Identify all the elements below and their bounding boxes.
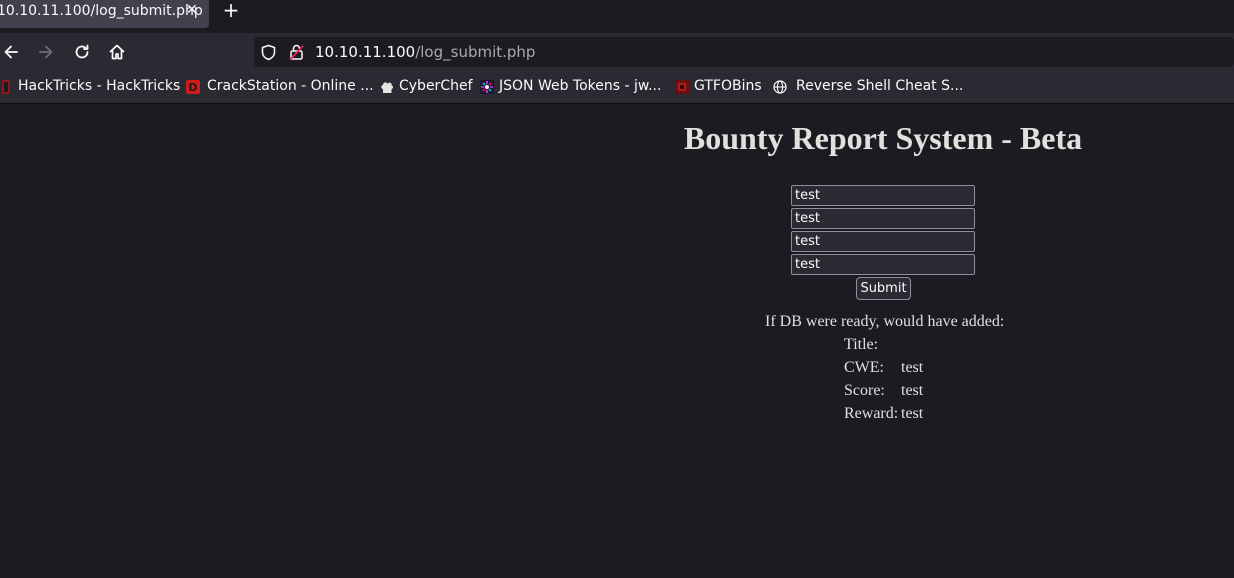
report-title-input[interactable]: test <box>791 185 975 206</box>
bookmarks-toolbar: HackTricks - HackTricks D CrackStation -… <box>0 71 1234 104</box>
bookmark-label: HackTricks - HackTricks <box>18 78 181 94</box>
jwt-icon <box>480 80 494 94</box>
forward-icon[interactable] <box>36 42 56 62</box>
result-cwe-value: test <box>901 359 924 376</box>
globe-icon <box>773 80 787 94</box>
insecure-lock-icon[interactable] <box>288 43 305 61</box>
url-path: /log_submit.php <box>415 43 536 61</box>
crackstation-icon: D <box>186 80 200 94</box>
bookmark-label: Reverse Shell Cheat S... <box>796 78 964 94</box>
address-bar[interactable]: 10.10.11.100/log_submit.php <box>254 37 1234 67</box>
submit-button[interactable]: Submit <box>856 277 911 300</box>
shield-icon[interactable] <box>260 44 277 61</box>
result-reward-value: test <box>901 405 924 422</box>
reload-icon[interactable] <box>72 42 92 62</box>
page-content: Bounty Report System - Beta test test te… <box>0 104 1234 578</box>
new-tab-button[interactable]: + <box>222 0 240 23</box>
bookmark-label: CyberChef <box>399 78 473 94</box>
report-reward-input[interactable]: test <box>791 254 975 275</box>
gtfobins-icon <box>675 80 689 94</box>
navigation-toolbar: 10.10.11.100/log_submit.php <box>0 33 1234 71</box>
bookmark-label: GTFOBins <box>694 78 762 94</box>
tab-active[interactable]: 10.10.11.100/log_submit.php ✕ <box>0 0 209 28</box>
result-heading: If DB were ready, would have added: <box>765 313 1005 330</box>
home-icon[interactable] <box>107 42 127 62</box>
cyberchef-icon <box>381 82 394 93</box>
result-title-label: Title: <box>844 336 879 353</box>
bookmark-label: CrackStation - Online ... <box>207 78 374 94</box>
report-cwe-input[interactable]: test <box>791 208 975 229</box>
page-title: Bounty Report System - Beta <box>683 120 1083 156</box>
svg-text:D: D <box>188 81 197 94</box>
result-score-value: test <box>901 382 924 399</box>
tab-title: 10.10.11.100/log_submit.php <box>0 3 203 19</box>
hacktricks-icon <box>2 80 10 94</box>
report-score-input[interactable]: test <box>791 231 975 252</box>
result-score-label: Score: <box>844 382 885 399</box>
result-reward-label: Reward: <box>844 405 899 422</box>
url-host: 10.10.11.100 <box>315 43 416 61</box>
bookmark-label: JSON Web Tokens - jw... <box>499 78 662 94</box>
back-icon[interactable] <box>1 42 21 62</box>
tab-strip: 10.10.11.100/log_submit.php ✕ + <box>0 0 1234 33</box>
url-text[interactable]: 10.10.11.100/log_submit.php <box>315 43 535 61</box>
result-cwe-label: CWE: <box>844 359 884 376</box>
close-icon[interactable]: ✕ <box>186 2 198 18</box>
